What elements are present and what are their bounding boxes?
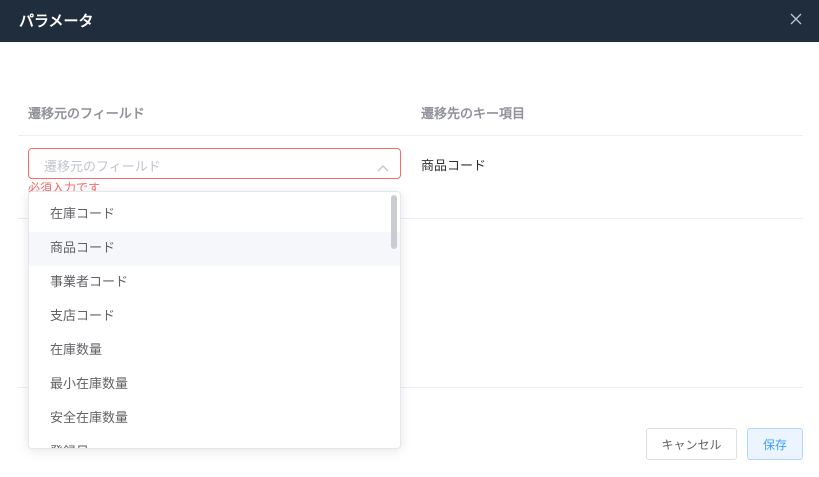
cancel-button[interactable]: キャンセル [646, 428, 737, 460]
close-icon[interactable] [790, 13, 802, 25]
dropdown-option[interactable]: 最小在庫数量 [29, 368, 400, 402]
dialog-title: パラメータ [19, 12, 94, 30]
dialog-header: パラメータ [0, 0, 819, 42]
chevron-up-icon [377, 159, 389, 172]
select-dropdown: 在庫コード 商品コード 事業者コード 支店コード 在庫数量 最小在庫数量 安全在… [28, 191, 401, 449]
dropdown-option[interactable]: 支店コード [29, 300, 400, 334]
dropdown-scrollbar[interactable] [391, 195, 397, 249]
save-button[interactable]: 保存 [747, 428, 803, 460]
target-key-value: 商品コード [421, 159, 487, 174]
dropdown-option[interactable]: 安全在庫数量 [29, 402, 400, 436]
dropdown-option[interactable]: 在庫数量 [29, 334, 400, 368]
dropdown-option[interactable]: 事業者コード [29, 266, 400, 300]
option-list: 在庫コード 商品コード 事業者コード 支店コード 在庫数量 最小在庫数量 安全在… [29, 192, 400, 448]
select-placeholder: 遷移元のフィールド [44, 160, 161, 175]
column-header-target-key: 遷移先のキー項目 [421, 107, 526, 122]
column-header-source-field: 遷移元のフィールド [28, 107, 145, 122]
table-header: 遷移元のフィールド 遷移先のキー項目 [18, 90, 803, 136]
dropdown-option[interactable]: 商品コード [29, 232, 400, 266]
dropdown-option[interactable]: 在庫コード [29, 198, 400, 232]
parameter-dialog: パラメータ 遷移元のフィールド 遷移先のキー項目 遷移元のフィールド 必須入力で… [0, 0, 819, 477]
source-field-select[interactable]: 遷移元のフィールド [28, 148, 401, 179]
dropdown-option[interactable]: 登録日 [29, 436, 400, 448]
